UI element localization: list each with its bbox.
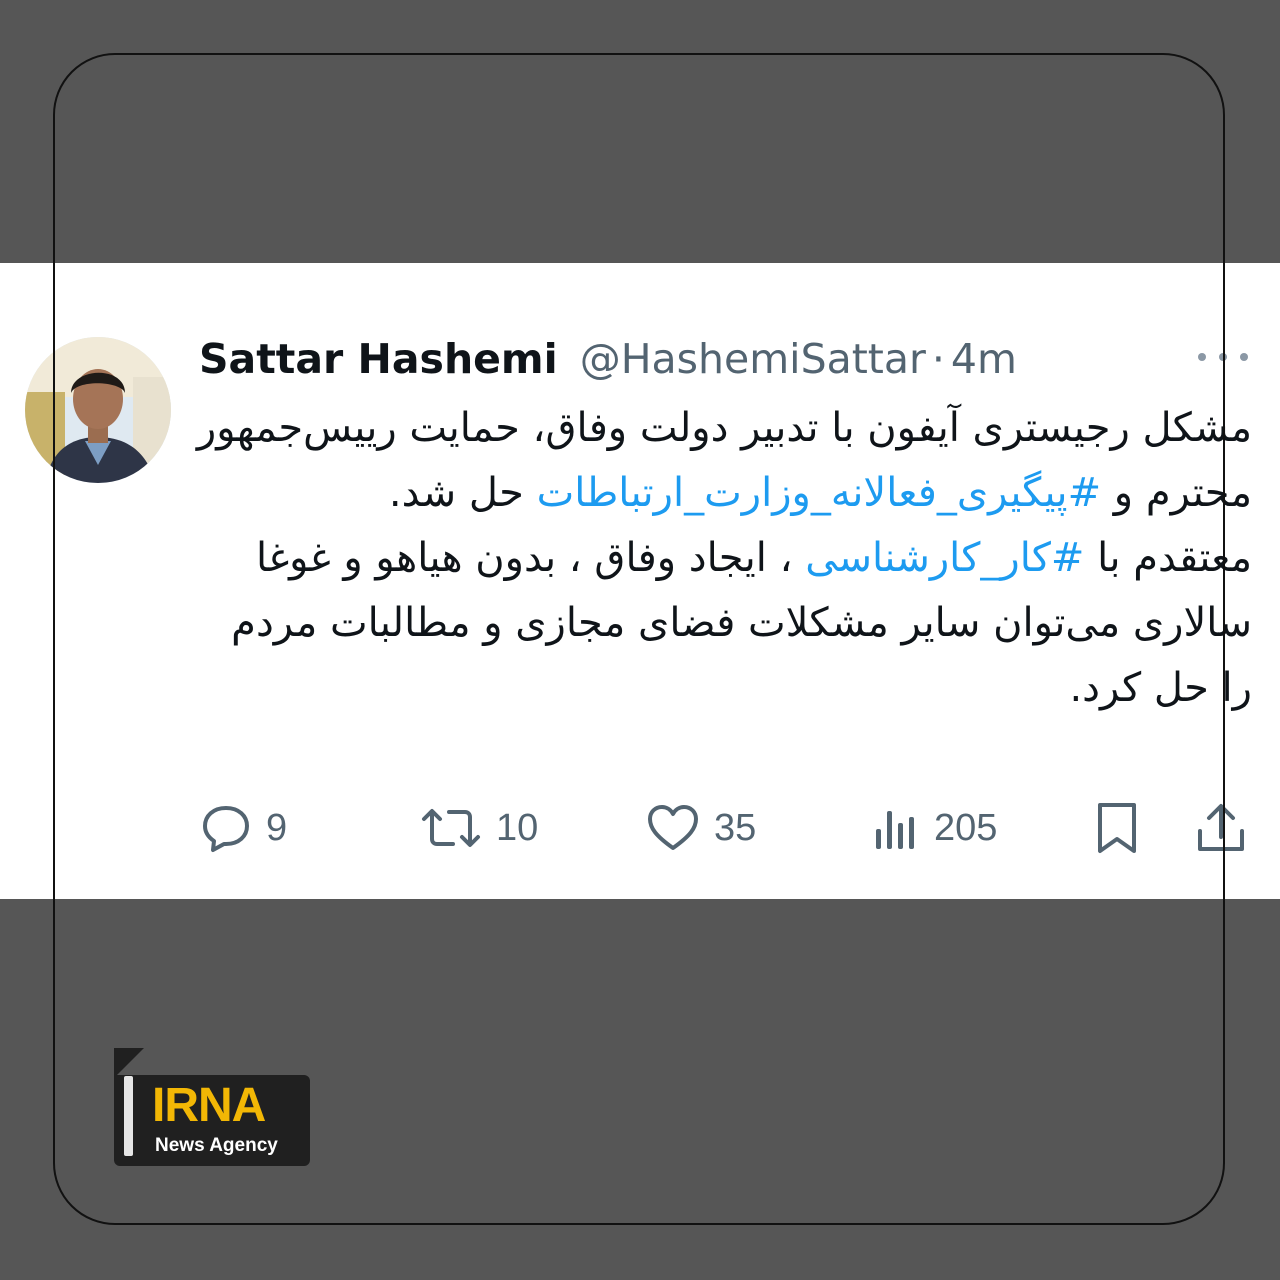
- views-count: 205: [934, 806, 998, 849]
- tweet-paragraph-1: مشکل رجیستری آیفون با تدبیر دولت وفاق، ح…: [190, 396, 1252, 526]
- bookmark-icon: [1098, 803, 1136, 853]
- action-bar: 9 10 35 205: [0, 791, 1280, 866]
- author-name[interactable]: Sattar Hashemi: [199, 331, 558, 387]
- text-segment: معتقدم با: [1084, 535, 1252, 581]
- user-avatar-photo: [25, 337, 171, 483]
- bookmark-button[interactable]: [1094, 803, 1140, 853]
- like-button[interactable]: 35: [646, 803, 756, 853]
- logo-flag: [114, 1048, 144, 1078]
- tweet-paragraph-2: معتقدم با #کار_کارشناسی ، ایجاد وفاق ، ب…: [190, 526, 1252, 721]
- timestamp[interactable]: 4m: [951, 331, 1017, 387]
- separator-dot: ·: [931, 335, 945, 383]
- retweet-icon: [422, 809, 480, 847]
- views-button[interactable]: 205: [872, 803, 997, 853]
- avatar[interactable]: [25, 337, 171, 483]
- text-segment: حل شد.: [388, 470, 537, 516]
- reply-icon: [203, 806, 249, 852]
- views-icon: [876, 811, 914, 849]
- hashtag-link[interactable]: #کار_کارشناسی: [805, 535, 1084, 581]
- retweet-button[interactable]: 10: [420, 803, 538, 853]
- logo-brand: IRNA: [152, 1079, 266, 1132]
- author-handle[interactable]: @HashemiSattar: [580, 331, 926, 387]
- like-icon: [648, 805, 698, 850]
- hashtag-link[interactable]: #پیگیری_فعالانه_وزارت_ارتباطات: [537, 470, 1101, 516]
- tweet-text: مشکل رجیستری آیفون با تدبیر دولت وفاق، ح…: [190, 396, 1252, 721]
- share-icon: [1198, 804, 1244, 851]
- tweet-header: Sattar Hashemi @HashemiSattar · 4m: [199, 331, 1017, 387]
- reply-button[interactable]: 9: [200, 803, 287, 853]
- irna-logo: IRNA News Agency: [114, 1048, 312, 1168]
- reply-count: 9: [266, 806, 288, 849]
- more-dots-icon[interactable]: [1198, 347, 1248, 367]
- retweet-count: 10: [496, 806, 539, 849]
- logo-subtitle: News Agency: [155, 1135, 278, 1156]
- like-count: 35: [714, 806, 757, 849]
- share-button[interactable]: [1196, 803, 1246, 853]
- tweet-card: Sattar Hashemi @HashemiSattar · 4m مشکل …: [0, 263, 1280, 899]
- logo-bar: [124, 1076, 133, 1156]
